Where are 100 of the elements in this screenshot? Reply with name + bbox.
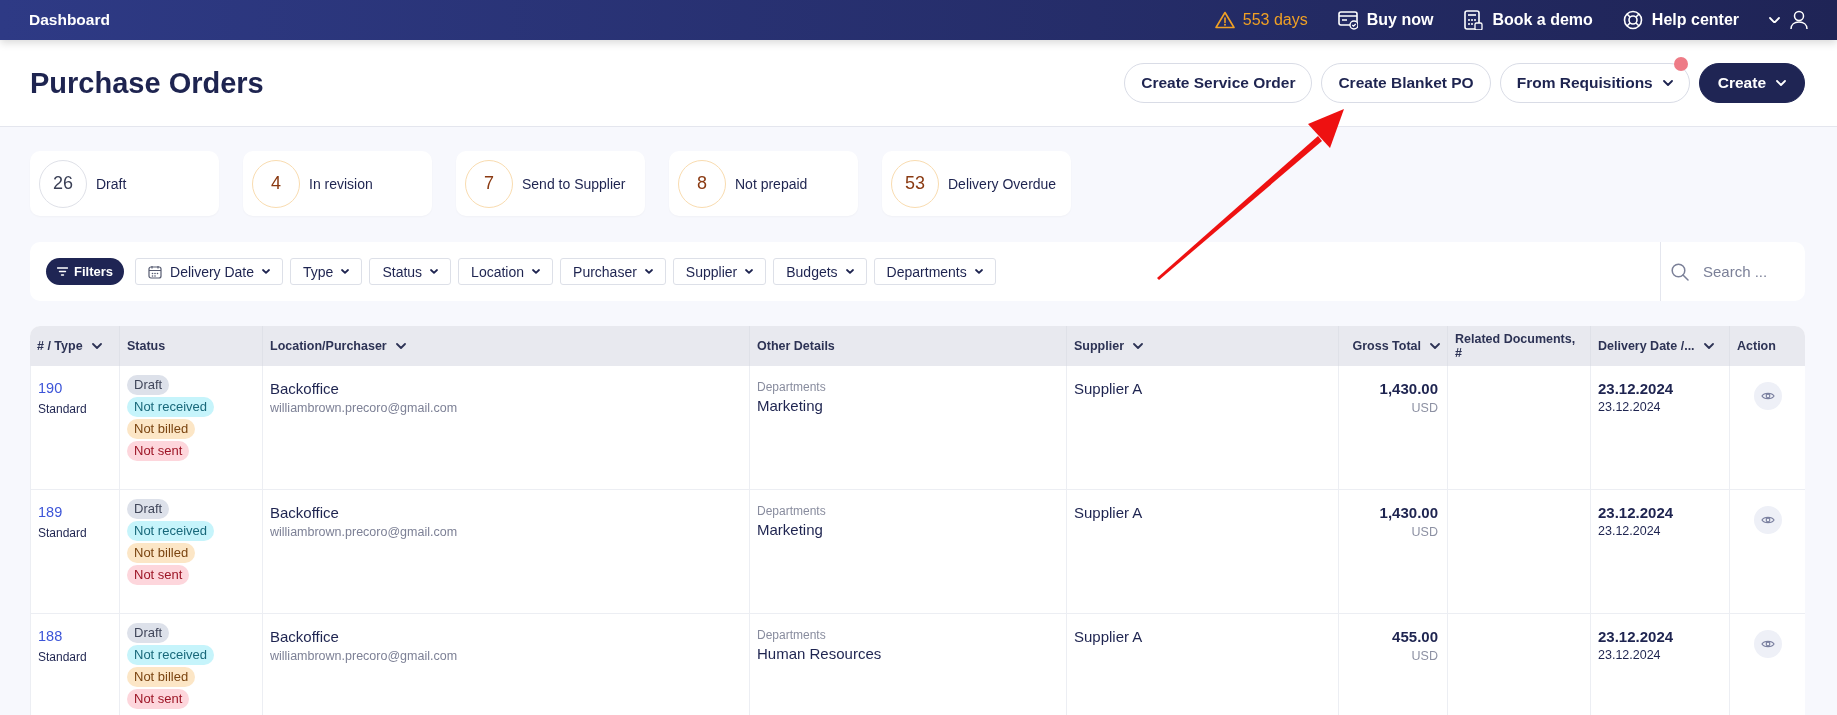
order-type: Standard (38, 402, 87, 416)
column-label: Delivery Date /... (1598, 338, 1695, 354)
location-text: Backoffice (270, 380, 339, 397)
column-header[interactable]: Gross Total (1338, 326, 1447, 366)
chevron-down-icon (845, 269, 854, 274)
notification-dot (1673, 57, 1688, 71)
action-button[interactable]: Create Service Order (1124, 63, 1313, 103)
detail-value: Human Resources (757, 645, 882, 662)
trial-days-text: 553 days (1242, 11, 1308, 29)
status-card[interactable]: 26 Draft (30, 151, 219, 216)
order-number-link[interactable]: 190 (38, 380, 63, 396)
column-label: Related Documents, # (1455, 331, 1577, 361)
chevron-down-icon (395, 343, 406, 349)
column-header[interactable]: Delivery Date /... (1590, 326, 1729, 366)
status-tag: Not sent (127, 441, 190, 461)
filter-dropdown[interactable]: Delivery Date (135, 258, 284, 285)
filter-dropdown[interactable]: Location (458, 258, 554, 285)
status-tag: Not billed (127, 419, 196, 439)
date-text: 23.12.2024 (1598, 524, 1661, 538)
eye-icon (1760, 391, 1775, 401)
status-tag: Not received (127, 397, 214, 417)
filter-dropdown[interactable]: Supplier (672, 258, 767, 285)
column-label: Supplier (1074, 338, 1124, 354)
topbar-link[interactable]: Buy now (1337, 10, 1434, 30)
chevron-down-icon (644, 269, 653, 274)
currency-text: USD (1411, 649, 1438, 663)
purchaser-email: williambrown.precoro@gmail.com (270, 401, 458, 415)
column-label: Gross Total (1352, 338, 1421, 354)
status-tag: Draft (127, 375, 170, 395)
purchaser-email: williambrown.precoro@gmail.com (270, 525, 458, 539)
gross-total: 1,430.00 (1379, 380, 1438, 397)
column-label: Status (127, 338, 166, 354)
supplier-text: Supplier A (1074, 504, 1143, 521)
chevron-down-icon (974, 269, 983, 274)
column-label: # / Type (37, 338, 83, 354)
action-button[interactable]: From Requisitions (1499, 63, 1690, 103)
status-card[interactable]: 7 Send to Supplier (456, 151, 645, 216)
calendar-icon (148, 264, 162, 279)
detail-value: Marketing (757, 397, 823, 414)
column-label: Action (1737, 338, 1776, 354)
delivery-date: 23.12.2024 (1598, 628, 1674, 645)
card-check-icon (1337, 10, 1358, 30)
topbar-link[interactable]: Book a demo (1463, 10, 1593, 30)
view-button[interactable] (1753, 506, 1782, 534)
filter-dropdown[interactable]: Purchaser (560, 258, 666, 285)
status-card[interactable]: 8 Not prepaid (669, 151, 858, 216)
calculator-icon (1463, 10, 1484, 30)
view-button[interactable] (1753, 382, 1782, 410)
search-field[interactable]: Search ... (1701, 262, 1795, 281)
action-button[interactable]: Create (1698, 63, 1805, 103)
delivery-date: 23.12.2024 (1598, 504, 1674, 521)
search-icon (1671, 262, 1689, 281)
filters-button[interactable]: Filters (46, 258, 124, 285)
status-tag: Not sent (127, 565, 190, 585)
view-button[interactable] (1753, 630, 1782, 658)
status-tag: Draft (127, 499, 170, 519)
detail-label: Departments (757, 628, 826, 642)
currency-text: USD (1411, 401, 1438, 415)
location-text: Backoffice (270, 504, 339, 521)
chevron-down-icon (745, 269, 754, 274)
eye-icon (1760, 515, 1775, 525)
filter-icon (57, 267, 68, 276)
chevron-down-icon (430, 269, 439, 274)
chevron-down-icon (532, 269, 541, 274)
status-tag: Not received (127, 521, 214, 541)
column-header[interactable]: Location/Purchaser (262, 326, 749, 366)
status-label: Send to Supplier (522, 175, 626, 192)
chevron-down-icon (91, 343, 102, 349)
chevron-down-icon (262, 269, 271, 274)
column-header[interactable]: Supplier (1066, 326, 1338, 366)
status-label: In revision (309, 175, 373, 192)
status-tag: Not billed (127, 543, 196, 563)
filter-dropdown[interactable]: Type (290, 258, 363, 285)
status-label: Delivery Overdue (948, 175, 1057, 192)
purchaser-email: williambrown.precoro@gmail.com (270, 649, 458, 663)
date-text: 23.12.2024 (1598, 648, 1661, 662)
column-label: Other Details (757, 338, 835, 354)
filter-dropdown[interactable]: Departments (873, 258, 996, 285)
user-icon (1790, 10, 1808, 30)
eye-icon (1760, 639, 1775, 649)
location-text: Backoffice (270, 628, 339, 645)
chevron-down-icon (1430, 343, 1440, 349)
status-card[interactable]: 4 In revision (243, 151, 432, 216)
filter-dropdown[interactable]: Budgets (773, 258, 867, 285)
status-tag: Not billed (127, 667, 196, 687)
status-card[interactable]: 53 Delivery Overdue (882, 151, 1071, 216)
order-number-link[interactable]: 189 (38, 504, 63, 520)
action-button[interactable]: Create Blanket PO (1321, 63, 1491, 103)
filter-dropdown[interactable]: Status (369, 258, 452, 285)
currency-text: USD (1411, 525, 1438, 539)
date-text: 23.12.2024 (1598, 400, 1661, 414)
detail-label: Departments (757, 380, 826, 394)
column-header[interactable]: # / Type (30, 326, 119, 366)
topbar-link[interactable]: Help center (1622, 10, 1739, 30)
order-number-link[interactable]: 188 (38, 628, 63, 644)
status-tag: Not sent (127, 689, 190, 709)
dashboard-title: Dashboard (29, 11, 110, 29)
warning-icon (1214, 11, 1235, 29)
supplier-text: Supplier A (1074, 628, 1143, 645)
status-tag: Not received (127, 645, 214, 665)
